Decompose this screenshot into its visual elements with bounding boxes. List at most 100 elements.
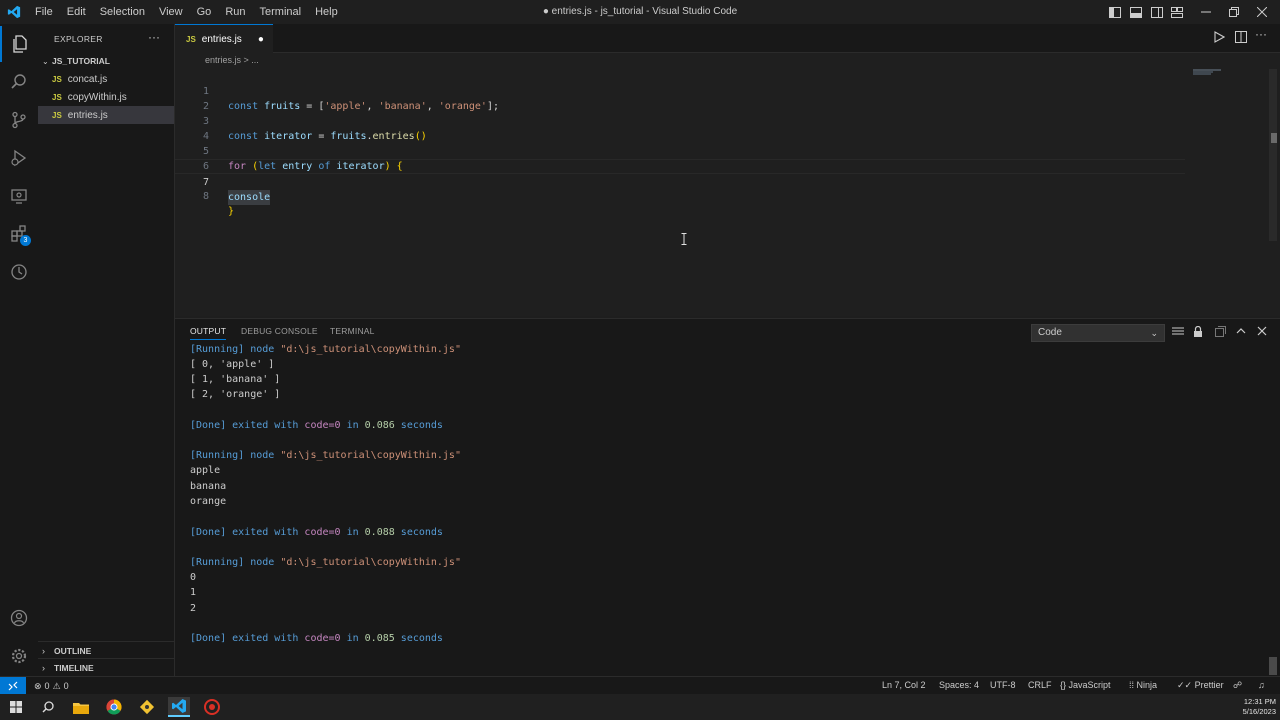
editor-scrollbar[interactable] xyxy=(1269,69,1277,241)
folder-label: JS_TUTORIAL xyxy=(52,56,110,66)
explorer-sidebar: EXPLORER ··· ⌄ JS_TUTORIAL JS concat.js … xyxy=(38,24,175,676)
tab-label: entries.js xyxy=(201,33,242,45)
extensions-count-badge: 3 xyxy=(20,235,31,246)
output-channel-select[interactable]: Code ⌄ xyxy=(1031,324,1165,342)
file-concat-js[interactable]: JS concat.js xyxy=(38,70,174,88)
toggle-primary-sidebar-icon[interactable] xyxy=(1108,0,1122,24)
ninja-indicator[interactable]: ⁞⁞ Ninja xyxy=(1129,677,1157,695)
search-icon[interactable] xyxy=(0,64,38,100)
eol-setting[interactable]: CRLF xyxy=(1028,677,1052,695)
warning-icon: ⚠ xyxy=(52,680,61,691)
run-and-debug-icon[interactable] xyxy=(0,140,38,176)
accounts-icon[interactable] xyxy=(0,600,38,636)
menu-terminal[interactable]: Terminal xyxy=(253,0,309,24)
scrollbar-cursor-marker xyxy=(1271,133,1277,143)
output-line: 0 xyxy=(190,572,197,583)
manage-gear-icon[interactable] xyxy=(0,638,38,674)
close-panel-icon[interactable] xyxy=(1257,326,1267,339)
minimap[interactable] xyxy=(1193,69,1253,77)
output-channel-value: Code xyxy=(1038,327,1062,338)
customize-layout-icon[interactable] xyxy=(1170,0,1184,24)
toggle-panel-icon[interactable] xyxy=(1129,0,1143,24)
clock-date: 5/16/2023 xyxy=(1242,707,1276,716)
close-window-icon[interactable] xyxy=(1252,0,1272,24)
extensions-icon[interactable]: 3 xyxy=(0,216,38,252)
tab-entries-js[interactable]: JS entries.js ● xyxy=(175,24,273,53)
chevron-down-icon: ⌄ xyxy=(42,56,49,66)
outline-label: OUTLINE xyxy=(54,645,92,656)
js-file-icon: JS xyxy=(52,110,62,120)
tab-output[interactable]: OUTPUT xyxy=(190,326,227,340)
code-line-4: 4 xyxy=(175,114,209,142)
menu-file[interactable]: File xyxy=(28,0,60,24)
output-line: [ 2, 'orange' ] xyxy=(190,389,281,400)
line-number: 8 xyxy=(202,191,209,202)
notifications-bell-icon[interactable]: ♫ xyxy=(1258,677,1265,695)
output-done-line: [Done] exited with code=0 in 0.088 secon… xyxy=(190,527,443,538)
folder-js-tutorial[interactable]: ⌄ JS_TUTORIAL xyxy=(38,52,174,70)
menu-go[interactable]: Go xyxy=(190,0,219,24)
editor-more-actions-icon[interactable]: ··· xyxy=(1255,27,1267,41)
chevron-up-icon[interactable] xyxy=(1236,326,1246,339)
text-cursor-icon xyxy=(680,233,688,245)
output-done-line: [Done] exited with code=0 in 0.085 secon… xyxy=(190,633,443,644)
problems-indicator[interactable]: ⊗ 0 ⚠ 0 xyxy=(34,677,69,695)
language-label: JavaScript xyxy=(1068,680,1111,690)
taskbar-search-icon[interactable] xyxy=(37,697,59,717)
maximize-panel-icon[interactable] xyxy=(1215,326,1226,340)
js-file-icon: JS xyxy=(186,34,196,44)
menu-view[interactable]: View xyxy=(152,0,190,24)
unsaved-dot-icon[interactable]: ● xyxy=(258,34,264,45)
system-clock[interactable]: 12:31 PM 5/16/2023 xyxy=(1232,697,1276,717)
encoding-setting[interactable]: UTF-8 xyxy=(990,677,1016,695)
prettier-indicator[interactable]: ✓✓ Prettier xyxy=(1177,677,1224,695)
output-running-line: [Running] node "d:\js_tutorial\copyWithi… xyxy=(190,344,461,355)
file-copywithin-js[interactable]: JS copyWithin.js xyxy=(38,88,174,106)
restore-icon[interactable] xyxy=(1224,0,1244,24)
title-bar: File Edit Selection View Go Run Terminal… xyxy=(0,0,1280,24)
chrome-icon[interactable] xyxy=(103,697,125,717)
lock-scroll-icon[interactable] xyxy=(1193,325,1203,341)
language-mode[interactable]: {} JavaScript xyxy=(1060,677,1111,695)
source-control-icon[interactable] xyxy=(0,102,38,138)
code-editor[interactable]: entries.js > ... 1 const fruits = ['appl… xyxy=(175,53,1280,316)
chrome-canary-icon[interactable] xyxy=(201,697,223,717)
remote-indicator-icon[interactable] xyxy=(0,677,26,695)
timeline-history-icon[interactable] xyxy=(0,254,38,290)
windows-start-icon[interactable] xyxy=(5,697,27,717)
split-editor-icon[interactable] xyxy=(1235,31,1247,46)
explorer-title: EXPLORER xyxy=(54,34,103,44)
cursor-position[interactable]: Ln 7, Col 2 xyxy=(882,677,926,695)
file-explorer-icon[interactable] xyxy=(70,697,92,717)
explorer-icon[interactable] xyxy=(0,26,38,62)
timeline-section[interactable]: › TIMELINE xyxy=(38,658,174,676)
ninja-label: Ninja xyxy=(1136,680,1158,690)
menu-selection[interactable]: Selection xyxy=(93,0,152,24)
panel-scrollbar[interactable] xyxy=(1269,657,1277,675)
file-label: copyWithin.js xyxy=(67,91,127,103)
js-file-icon: JS xyxy=(52,74,62,84)
bottom-panel: OUTPUT DEBUG CONSOLE TERMINAL Code ⌄ [Ru… xyxy=(175,318,1280,676)
vscode-taskbar-icon[interactable] xyxy=(168,697,190,717)
output-line: 2 xyxy=(190,603,197,614)
output-line: [ 0, 'apple' ] xyxy=(190,359,275,370)
remote-explorer-icon[interactable] xyxy=(0,178,38,214)
file-entries-js[interactable]: JS entries.js xyxy=(38,106,174,124)
menu-help[interactable]: Help xyxy=(308,0,345,24)
outline-section[interactable]: › OUTLINE xyxy=(38,641,174,659)
run-code-icon[interactable] xyxy=(1213,31,1226,46)
toggle-secondary-sidebar-icon[interactable] xyxy=(1150,0,1164,24)
breadcrumb[interactable]: entries.js > ... xyxy=(205,55,259,65)
chevron-right-icon: › xyxy=(42,645,45,656)
tab-debug-console[interactable]: DEBUG CONSOLE xyxy=(241,326,318,336)
feedback-icon[interactable]: ☍ xyxy=(1233,677,1242,695)
git-app-icon[interactable] xyxy=(136,697,158,717)
indentation-setting[interactable]: Spaces: 4 xyxy=(939,677,979,695)
menu-edit[interactable]: Edit xyxy=(60,0,93,24)
error-icon: ⊗ xyxy=(34,680,42,691)
menu-run[interactable]: Run xyxy=(218,0,252,24)
more-actions-icon[interactable]: ··· xyxy=(148,30,160,44)
tab-terminal[interactable]: TERMINAL xyxy=(330,326,375,336)
minimize-icon[interactable] xyxy=(1196,0,1216,24)
clear-output-icon[interactable] xyxy=(1172,327,1184,340)
